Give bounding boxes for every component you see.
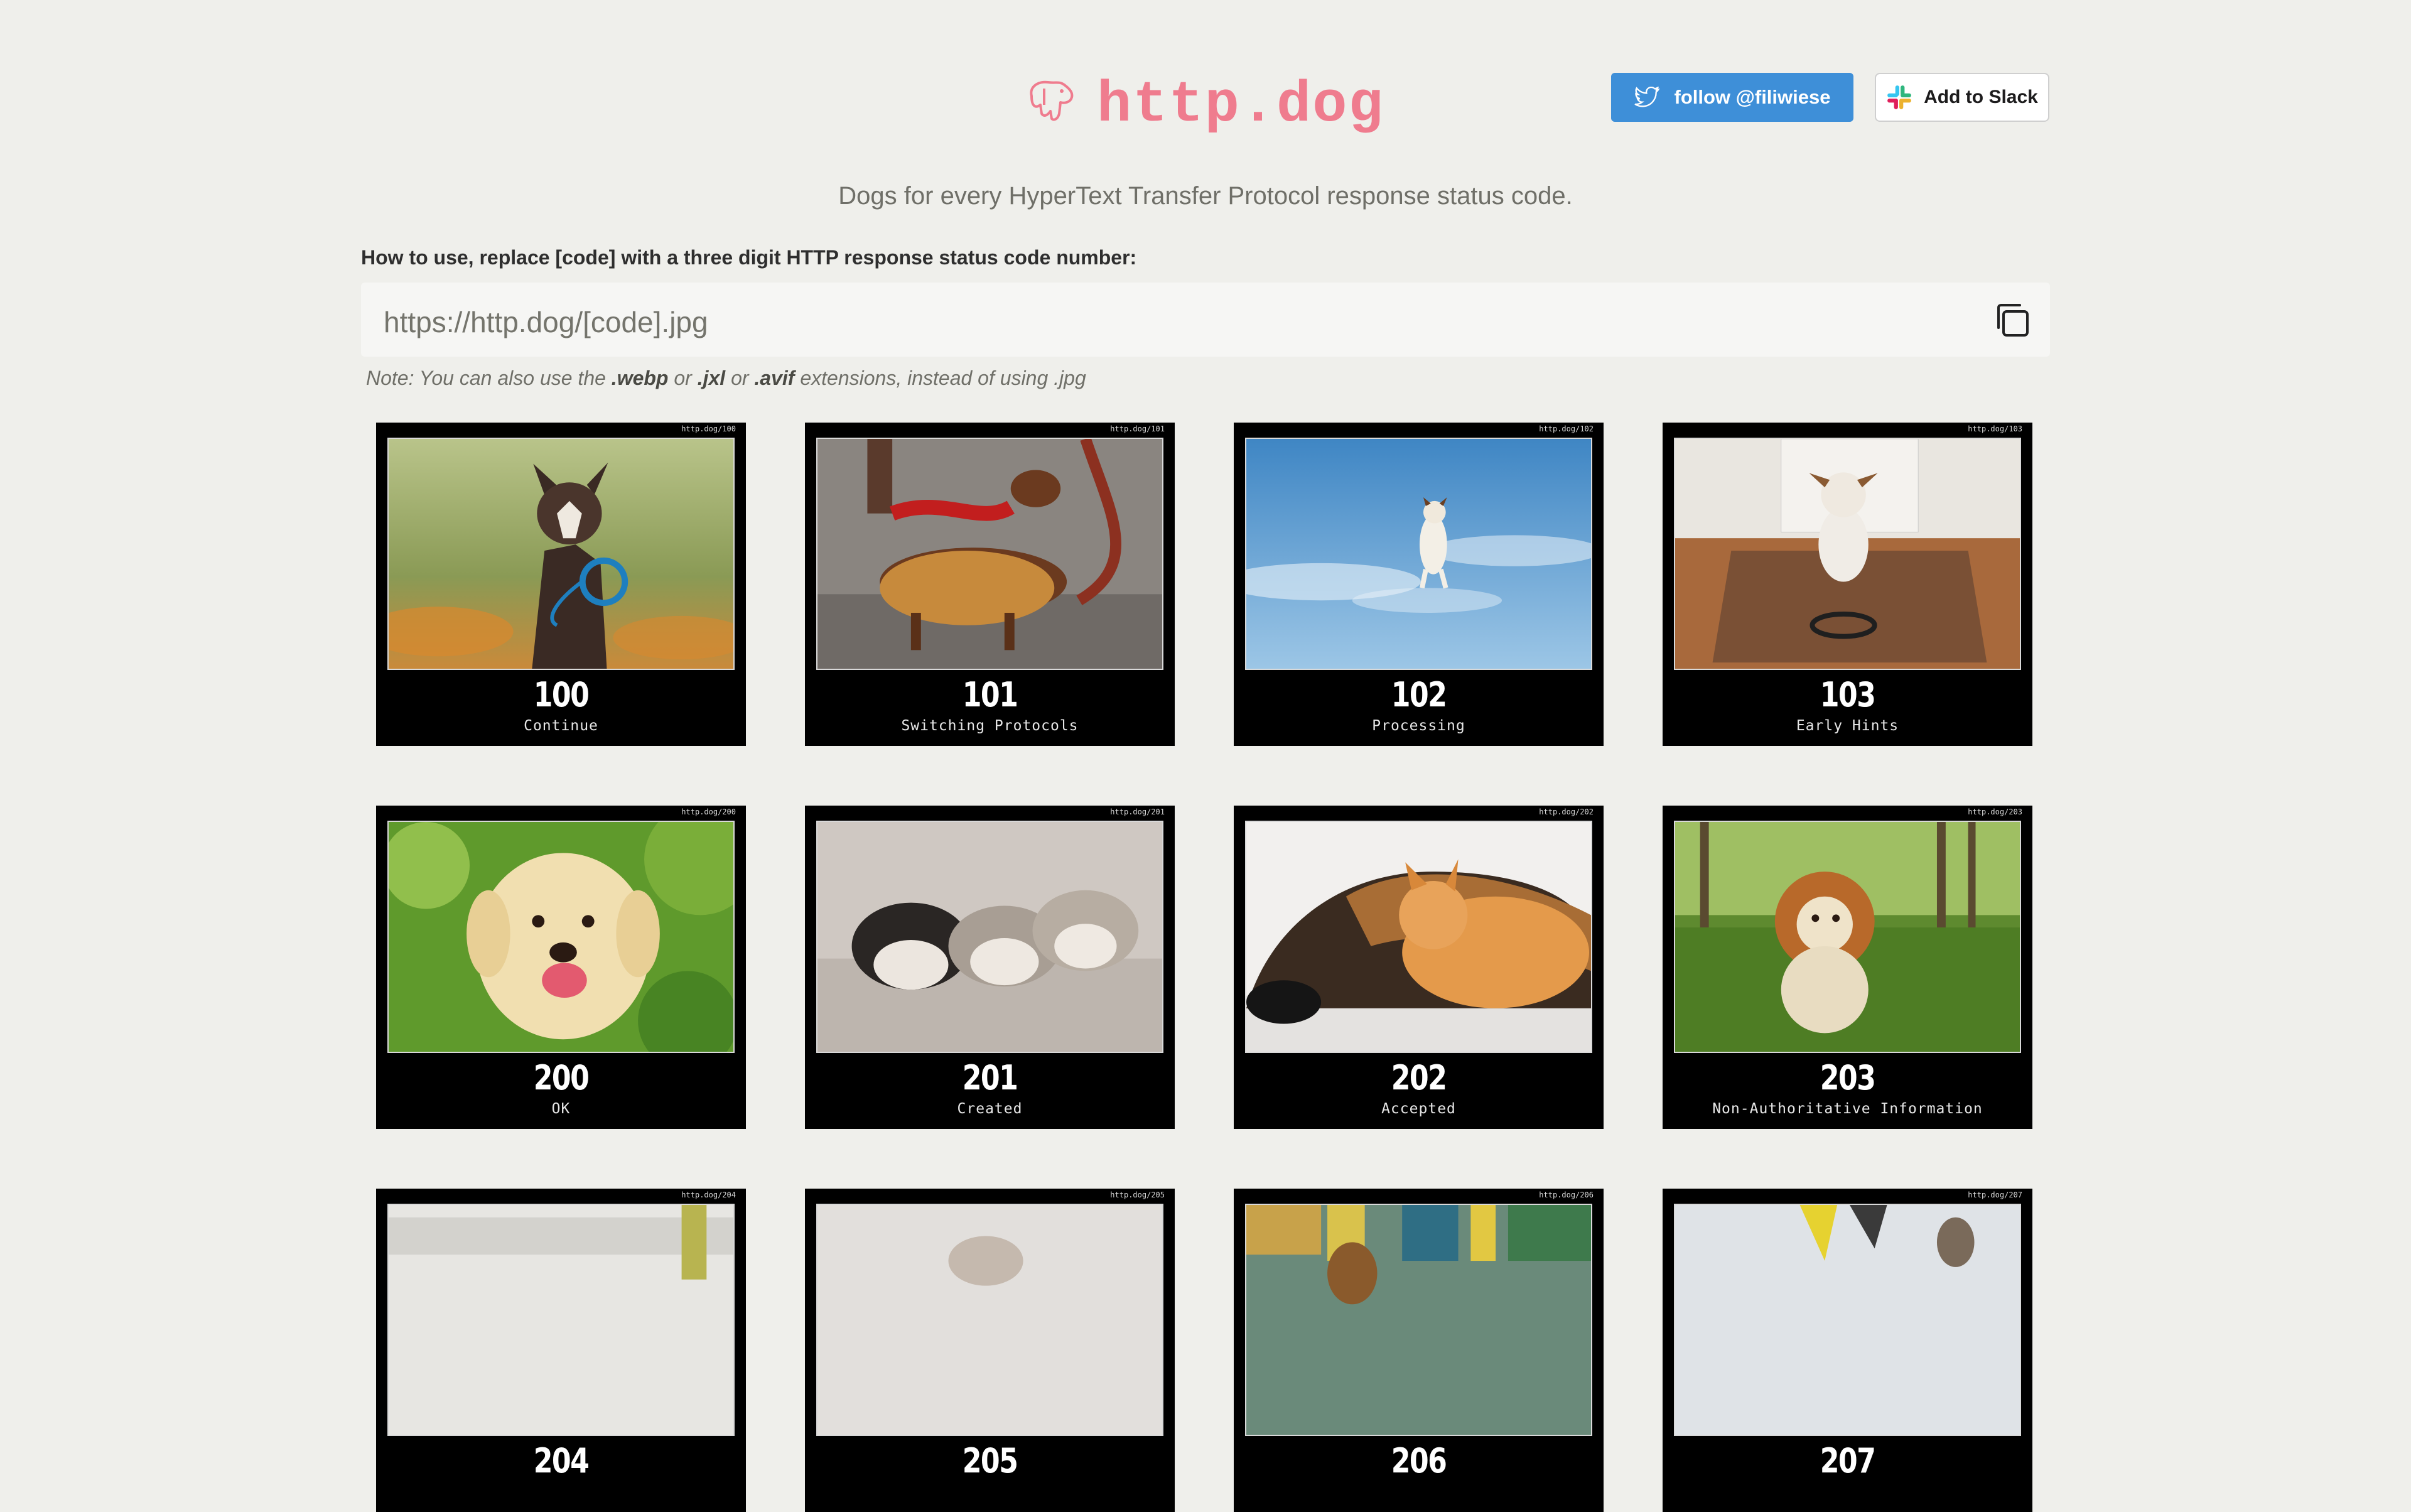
card-url: http.dog/201 <box>1110 807 1165 816</box>
url-template-box[interactable]: https://http.dog/[code].jpg <box>361 283 2050 357</box>
card-url: http.dog/205 <box>1110 1191 1165 1199</box>
status-code: 202 <box>1391 1058 1447 1098</box>
status-code: 204 <box>533 1441 590 1481</box>
status-label: Early Hints <box>1796 718 1899 734</box>
status-label: OK <box>551 1101 571 1117</box>
status-code: 100 <box>533 675 590 715</box>
dog-photo <box>1245 1204 1592 1436</box>
note-or-1: or <box>668 367 698 389</box>
card-url: http.dog/101 <box>1110 424 1165 433</box>
dog-photo <box>387 438 735 670</box>
url-template-text[interactable]: https://http.dog/[code].jpg <box>384 305 708 339</box>
card-url: http.dog/204 <box>681 1191 736 1199</box>
card-url: http.dog/103 <box>1968 424 2022 433</box>
note-ext-avif: .avif <box>754 367 795 389</box>
add-to-slack-button[interactable]: Add to Slack <box>1875 73 2049 122</box>
status-card-200[interactable]: http.dog/200 200 OK <box>376 806 746 1129</box>
status-label: Processing <box>1372 718 1465 734</box>
status-label: Accepted <box>1381 1101 1456 1117</box>
note-prefix: Note: You can also use the <box>366 367 612 389</box>
status-code-grid: http.dog/100 100 Continue http.dog/101 1… <box>376 423 2032 1512</box>
status-label: Continue <box>524 718 598 734</box>
status-card-103[interactable]: http.dog/103 103 Early Hints <box>1663 423 2032 746</box>
card-url: http.dog/202 <box>1539 807 1594 816</box>
dog-photo <box>387 1204 735 1436</box>
status-card-207[interactable]: http.dog/207 207 <box>1663 1189 2032 1512</box>
dog-photo <box>1245 438 1592 670</box>
status-code: 201 <box>962 1058 1018 1098</box>
status-card-202[interactable]: http.dog/202 202 Accepted <box>1234 806 1604 1129</box>
tagline: Dogs for every HyperText Transfer Protoc… <box>838 182 1573 210</box>
status-code: 206 <box>1391 1441 1447 1481</box>
status-card-201[interactable]: http.dog/201 201 Created <box>805 806 1175 1129</box>
dog-photo <box>1674 1204 2021 1436</box>
dog-photo <box>816 821 1163 1053</box>
dog-head-logo-icon <box>1030 80 1074 121</box>
twitter-follow-label: follow @filiwiese <box>1674 86 1831 108</box>
card-url: http.dog/206 <box>1539 1191 1594 1199</box>
dog-photo <box>387 821 735 1053</box>
dog-photo <box>816 1204 1163 1436</box>
note-ext-jxl: .jxl <box>697 367 726 389</box>
status-card-101[interactable]: http.dog/101 101 Switching Protocols <box>805 423 1175 746</box>
card-url: http.dog/203 <box>1968 807 2022 816</box>
status-card-205[interactable]: http.dog/205 205 <box>805 1189 1175 1512</box>
page-container: http.dog follow @filiwiese Add to Slack … <box>361 0 2050 1512</box>
site-logo[interactable]: http.dog <box>1023 68 1384 143</box>
copy-icon[interactable] <box>1992 300 2032 340</box>
slack-logo-icon <box>1887 85 1912 109</box>
status-code: 203 <box>1820 1058 1876 1098</box>
add-to-slack-label: Add to Slack <box>1924 87 2038 107</box>
status-code: 200 <box>533 1058 590 1098</box>
note-suffix: extensions, instead of using .jpg <box>794 367 1086 389</box>
status-card-204[interactable]: http.dog/204 204 <box>376 1189 746 1512</box>
dog-photo <box>1674 821 2021 1053</box>
status-card-102[interactable]: http.dog/102 102 Processing <box>1234 423 1604 746</box>
status-card-203[interactable]: http.dog/203 203 Non-Authoritative Infor… <box>1663 806 2032 1129</box>
note-or-2: or <box>725 367 755 389</box>
status-code: 205 <box>962 1441 1018 1481</box>
twitter-bird-icon <box>1634 87 1659 107</box>
dog-photo <box>1245 821 1592 1053</box>
status-card-100[interactable]: http.dog/100 100 Continue <box>376 423 746 746</box>
card-url: http.dog/102 <box>1539 424 1594 433</box>
logo-text: http.dog <box>1097 72 1384 138</box>
dog-photo <box>816 438 1163 670</box>
status-code: 102 <box>1391 675 1447 715</box>
twitter-follow-button[interactable]: follow @filiwiese <box>1611 73 1853 122</box>
status-code: 207 <box>1820 1441 1876 1481</box>
note-ext-webp: .webp <box>611 367 669 389</box>
how-to-use-heading: How to use, replace [code] with a three … <box>361 246 1137 269</box>
extension-note: Note: You can also use the .webp or .jxl… <box>366 367 1086 390</box>
dog-photo <box>1674 438 2021 670</box>
status-code: 103 <box>1820 675 1876 715</box>
card-url: http.dog/200 <box>681 807 736 816</box>
status-code: 101 <box>962 675 1018 715</box>
status-label: Created <box>957 1101 1023 1117</box>
status-label: Switching Protocols <box>901 718 1079 734</box>
card-url: http.dog/100 <box>681 424 736 433</box>
status-label: Non-Authoritative Information <box>1712 1101 1983 1117</box>
card-url: http.dog/207 <box>1968 1191 2022 1199</box>
status-card-206[interactable]: http.dog/206 206 <box>1234 1189 1604 1512</box>
